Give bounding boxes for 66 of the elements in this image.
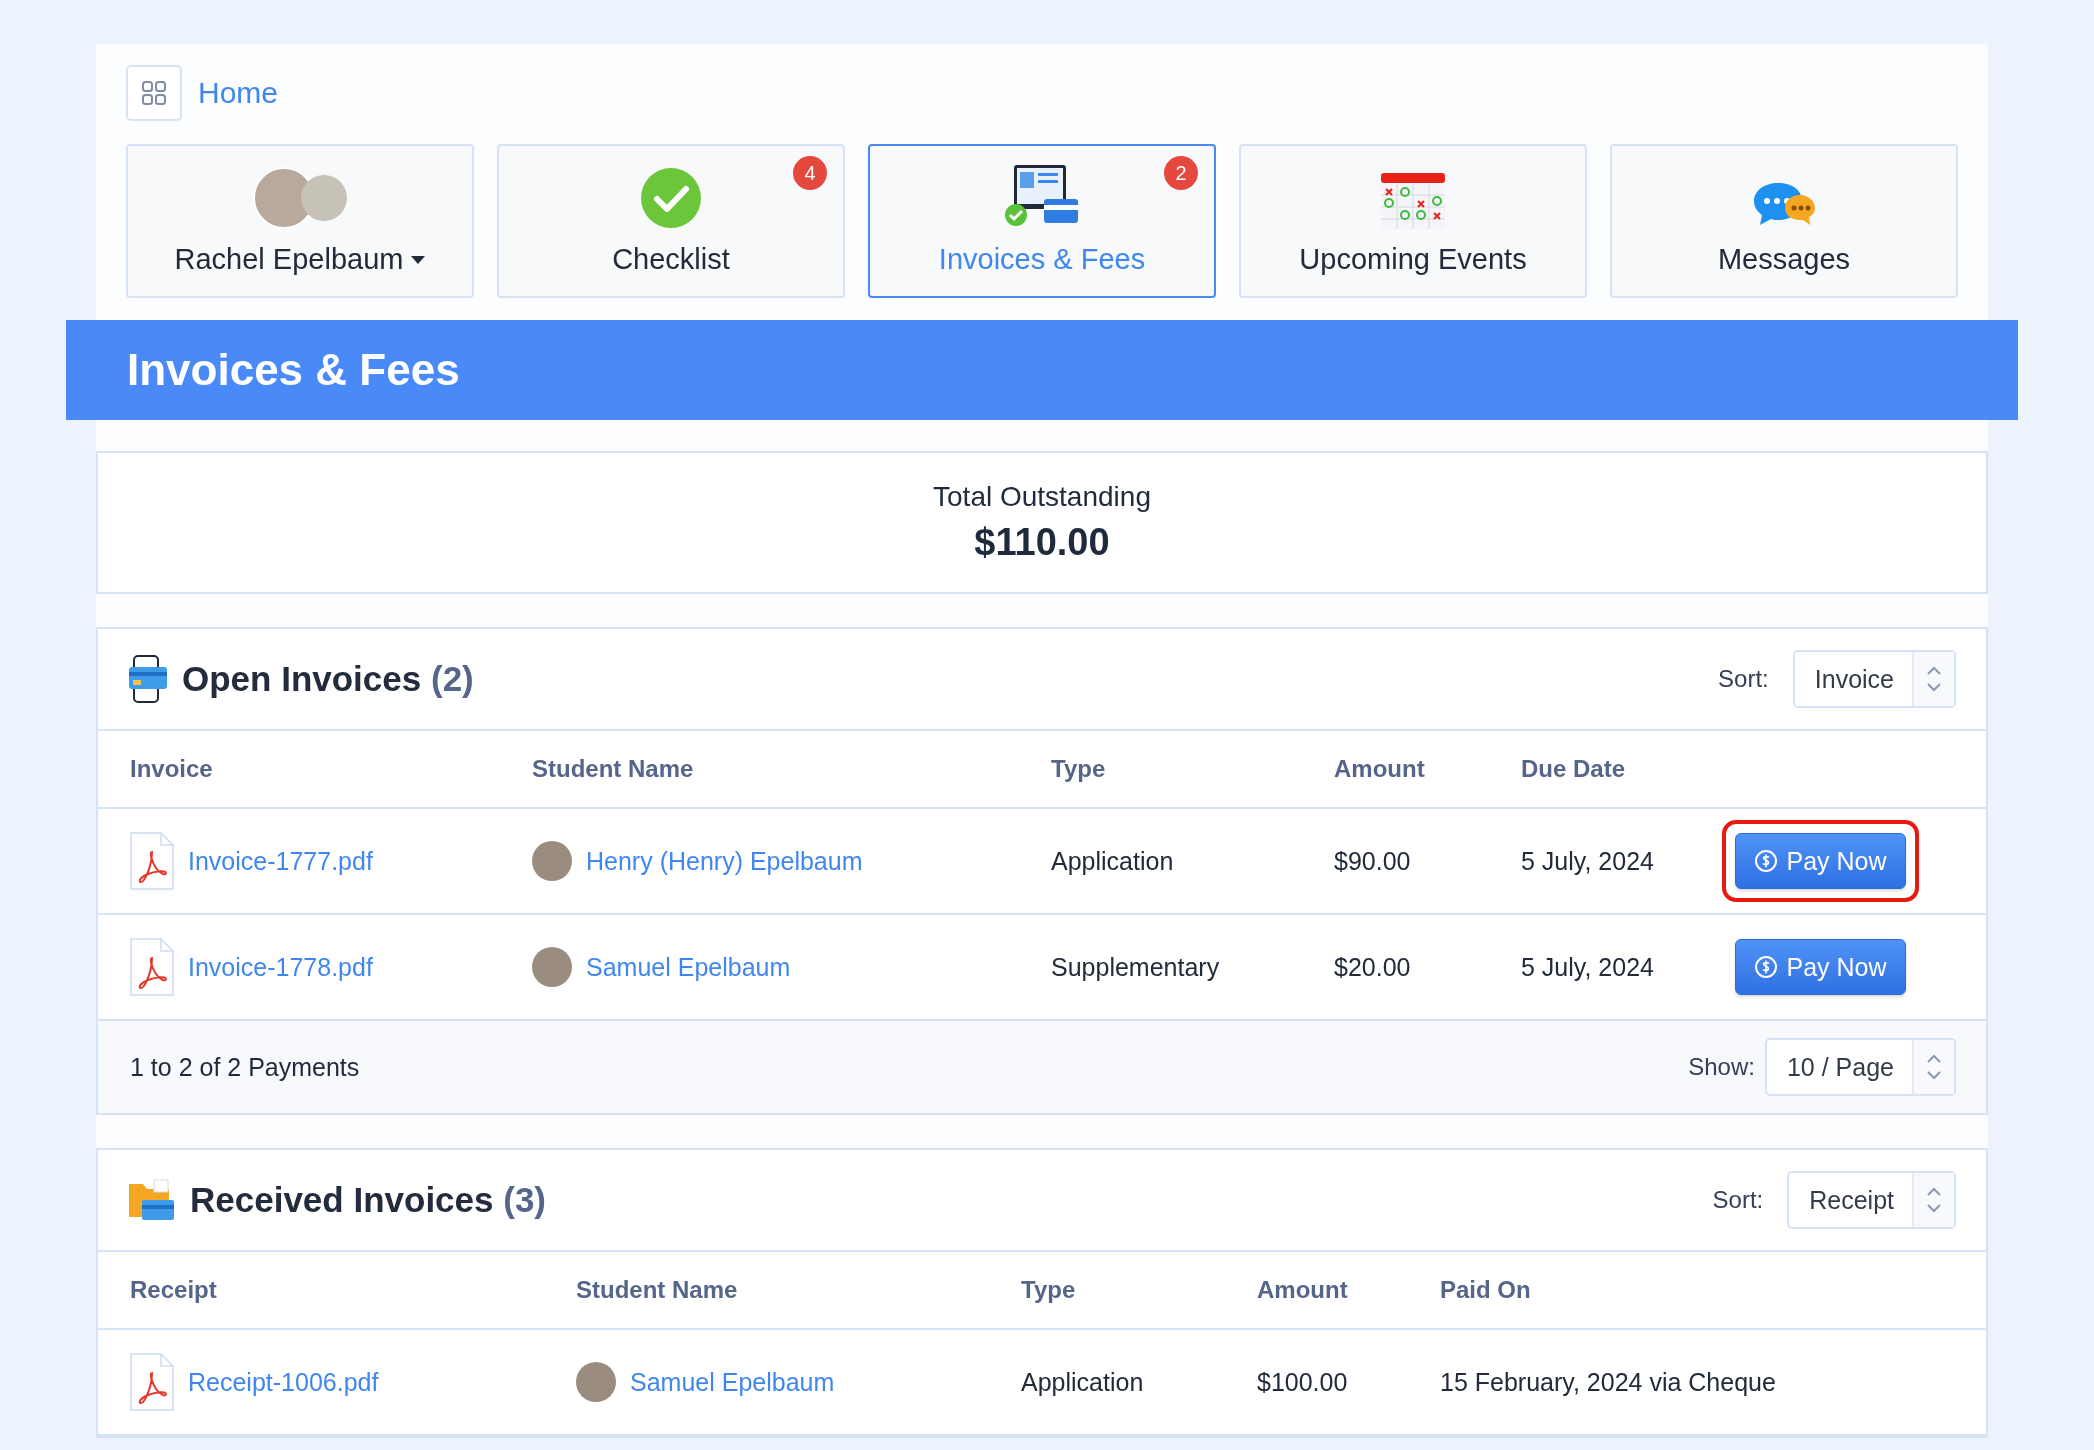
dollar-coin-icon bbox=[1754, 955, 1779, 979]
dollar-coin-icon bbox=[1754, 849, 1779, 873]
spinner-arrows-icon bbox=[1926, 1186, 1942, 1214]
nav-tile[interactable]: Rachel Epelbaum bbox=[126, 144, 474, 298]
section-title: Received Invoices (3) bbox=[190, 1180, 546, 1220]
nav-tile[interactable]: Messages bbox=[1610, 144, 1958, 298]
page-size-select[interactable]: 10 / Page bbox=[1764, 1038, 1956, 1096]
pdf-file-icon bbox=[130, 1353, 174, 1411]
total-amount: $110.00 bbox=[974, 521, 1110, 564]
table-cell-text: Application bbox=[1021, 1367, 1145, 1397]
total-label: Total Outstanding bbox=[933, 481, 1151, 513]
column-header: Type bbox=[1051, 755, 1107, 783]
column-header: Amount bbox=[1257, 1276, 1349, 1304]
grid-icon bbox=[142, 81, 166, 105]
sort-select[interactable]: Receipt bbox=[1787, 1171, 1956, 1229]
nav-tile[interactable]: Checklist 4 bbox=[497, 144, 845, 298]
column-header: Amount bbox=[1334, 755, 1426, 783]
apps-button[interactable] bbox=[126, 65, 182, 121]
file-link[interactable]: Invoice-1777.pdf bbox=[188, 846, 373, 876]
column-header: Paid On bbox=[1440, 1276, 1532, 1304]
checkmark-icon bbox=[640, 167, 702, 229]
column-header: Receipt bbox=[130, 1276, 218, 1304]
nav-tile[interactable]: Invoices & Fees 2 bbox=[868, 144, 1216, 298]
column-header: Type bbox=[1021, 1276, 1077, 1304]
nav-tile[interactable]: Upcoming Events bbox=[1239, 144, 1587, 298]
spinner-arrows-icon bbox=[1926, 665, 1942, 693]
section-title: Open Invoices (2) bbox=[182, 659, 474, 699]
pay-now-button[interactable]: Pay Now bbox=[1735, 833, 1906, 889]
avatar-icon bbox=[532, 947, 572, 987]
column-header: Due Date bbox=[1521, 755, 1627, 783]
phone-card-icon bbox=[128, 655, 168, 703]
column-header: Student Name bbox=[532, 755, 695, 783]
calendar-icon bbox=[1381, 173, 1445, 229]
pdf-file-icon bbox=[130, 938, 174, 996]
show-label: Show: bbox=[1688, 1053, 1755, 1081]
sort-label: Sort: bbox=[1718, 665, 1769, 693]
column-header: Invoice bbox=[130, 755, 214, 783]
student-link[interactable]: Henry (Henry) Epelbaum bbox=[586, 846, 863, 876]
student-link[interactable]: Samuel Epelbaum bbox=[630, 1367, 835, 1397]
sort-label: Sort: bbox=[1712, 1186, 1764, 1214]
id-card-icon bbox=[1004, 163, 1080, 229]
pdf-file-icon bbox=[130, 832, 174, 890]
folder-card-icon bbox=[128, 1178, 176, 1222]
table-cell-text: $100.00 bbox=[1257, 1367, 1349, 1397]
avatar-icon bbox=[301, 175, 347, 221]
pagination-summary: 1 to 2 of 2 Payments bbox=[130, 1052, 360, 1082]
avatar-icon bbox=[576, 1362, 616, 1402]
count-badge: 2 bbox=[1164, 156, 1198, 190]
sort-select[interactable]: Invoice bbox=[1792, 650, 1956, 708]
table-cell-text: Application bbox=[1051, 846, 1175, 876]
table-cell-text: 15 February, 2024 via Cheque bbox=[1440, 1367, 1777, 1397]
home-link[interactable]: Home bbox=[198, 76, 279, 110]
column-header: Student Name bbox=[576, 1276, 739, 1304]
avatar-icon bbox=[532, 841, 572, 881]
table-cell-text: 5 July, 2024 bbox=[1521, 846, 1655, 876]
student-link[interactable]: Samuel Epelbaum bbox=[586, 952, 791, 982]
table-cell-text: Supplementary bbox=[1051, 952, 1221, 982]
table-cell-text: 5 July, 2024 bbox=[1521, 952, 1655, 982]
table-cell-text: $20.00 bbox=[1334, 952, 1412, 982]
pay-now-button[interactable]: Pay Now bbox=[1735, 939, 1906, 995]
table-cell-text: $90.00 bbox=[1334, 846, 1412, 876]
count-badge: 4 bbox=[793, 156, 827, 190]
spinner-arrows-icon bbox=[1926, 1053, 1942, 1081]
page-title: Invoices & Fees bbox=[127, 345, 460, 395]
file-link[interactable]: Invoice-1778.pdf bbox=[188, 952, 373, 982]
file-link[interactable]: Receipt-1006.pdf bbox=[188, 1367, 379, 1397]
